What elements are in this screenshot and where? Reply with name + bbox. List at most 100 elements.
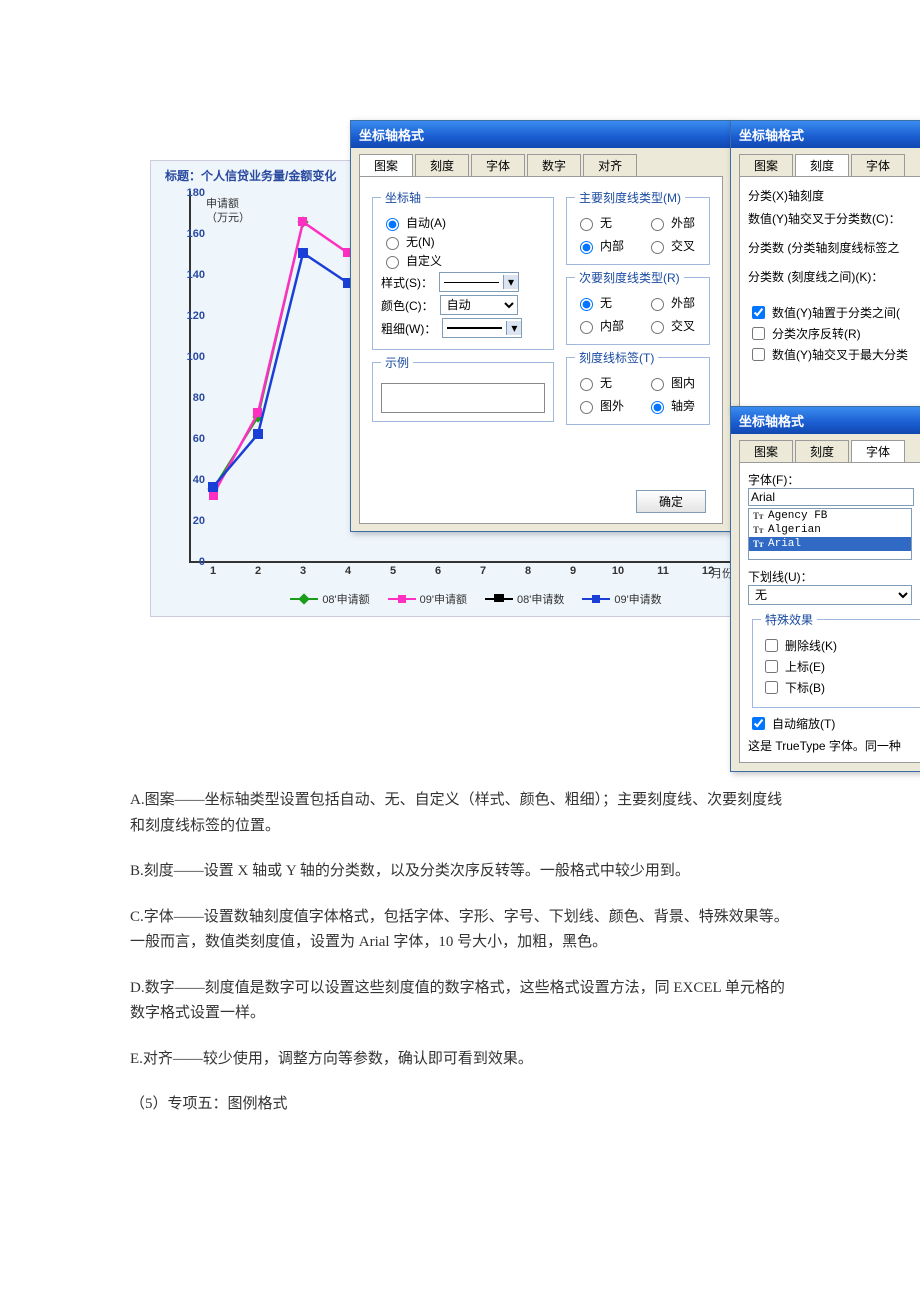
font-listbox[interactable]: Tᴛ Agency FB Tᴛ Algerian Tᴛ Arial: [748, 508, 912, 560]
x-tick: 1: [210, 565, 216, 577]
legend-label: 08'申请额: [322, 591, 369, 607]
radio-label: 交叉: [671, 237, 695, 254]
chk-super[interactable]: [765, 660, 778, 673]
x-tick: 7: [480, 565, 486, 577]
scale-row: 分类数 (分类轴刻度线标签之: [748, 239, 920, 256]
paragraph-d: D.数字——刻度值是数字可以设置这些刻度值的数字格式，这些格式设置方法，同 EX…: [130, 976, 790, 1027]
tab-pattern[interactable]: 图案: [359, 154, 413, 176]
radio-axis-custom[interactable]: [386, 256, 399, 269]
truetype-icon: Tᴛ: [753, 525, 764, 535]
radio-minor-inside[interactable]: [580, 321, 593, 334]
sample-preview: [381, 383, 545, 413]
x-tick: 4: [345, 565, 351, 577]
radio-label: 图外: [600, 397, 624, 414]
x-tick: 5: [390, 565, 396, 577]
radio-label: 内部: [600, 237, 624, 254]
tab-font[interactable]: 字体: [471, 154, 525, 176]
chk-label: 上标(E): [785, 658, 825, 675]
font-label: 字体(F)：: [748, 471, 920, 488]
tab-pattern[interactable]: 图案: [739, 154, 793, 176]
tab-strip: 图案 刻度 字体: [731, 148, 920, 176]
truetype-icon: Tᴛ: [753, 511, 764, 521]
chk-autoscale[interactable]: [752, 717, 765, 730]
radio-minor-none[interactable]: [580, 298, 593, 311]
scale-row: 数值(Y)轴交叉于分类数(C)：: [748, 210, 920, 227]
radio-lbl-nextto[interactable]: [651, 401, 664, 414]
dialog-title: 坐标轴格式: [731, 121, 920, 148]
x-tick: 11: [657, 565, 669, 577]
tab-strip: 图案 刻度 字体 数字 对齐: [351, 148, 731, 176]
chart-legend: 08'申请额 09'申请额 08'申请数 09'申请数: [211, 591, 741, 607]
tab-pattern[interactable]: 图案: [739, 440, 793, 462]
dialog-title: 坐标轴格式: [731, 407, 920, 434]
paragraph-c: C.字体——设置数轴刻度值字体格式，包括字体、字形、字号、下划线、颜色、背景、特…: [130, 905, 790, 956]
list-item[interactable]: Algerian: [768, 524, 821, 536]
radio-label: 图内: [671, 374, 695, 391]
radio-label: 无(N): [406, 233, 435, 250]
chk-cross-at-max[interactable]: [752, 348, 765, 361]
underline-combo[interactable]: 无: [748, 585, 912, 605]
chk-strike[interactable]: [765, 639, 778, 652]
x-tick: 10: [612, 565, 624, 577]
legend-label: 08'申请数: [517, 591, 564, 607]
chk-reverse-order[interactable]: [752, 327, 765, 340]
tab-font[interactable]: 字体: [851, 440, 905, 462]
chk-label: 数值(Y)轴交叉于最大分类: [772, 346, 908, 363]
major-tick-group: 主要刻度线类型(M) 无 外部 内部 交叉: [566, 189, 710, 265]
radio-label: 无: [600, 294, 612, 311]
chk-label: 数值(Y)轴置于分类之间(: [772, 304, 900, 321]
tab-scale[interactable]: 刻度: [415, 154, 469, 176]
radio-label: 轴旁: [671, 397, 695, 414]
tab-strip: 图案 刻度 字体: [731, 434, 920, 462]
chk-between-categories[interactable]: [752, 306, 765, 319]
radio-major-inside[interactable]: [580, 241, 593, 254]
radio-lbl-none[interactable]: [580, 378, 593, 391]
scale-heading: 分类(X)轴刻度: [748, 187, 920, 204]
radio-major-cross[interactable]: [651, 241, 664, 254]
truetype-icon: Tᴛ: [753, 539, 764, 549]
x-tick: 3: [300, 565, 306, 577]
ok-button[interactable]: 确定: [636, 490, 706, 513]
style-combo[interactable]: ▾: [439, 272, 519, 292]
x-tick: 6: [435, 565, 441, 577]
radio-label: 无: [600, 374, 612, 391]
dialog-title: 坐标轴格式: [351, 121, 731, 148]
effects-group: 特殊效果 删除线(K) 上标(E) 下标(B): [752, 611, 920, 708]
tab-scale[interactable]: 刻度: [795, 440, 849, 462]
radio-lbl-inside[interactable]: [651, 378, 664, 391]
x-axis: [189, 561, 731, 563]
tab-scale[interactable]: 刻度: [795, 154, 849, 176]
underline-label: 下划线(U)：: [748, 568, 920, 585]
chk-sub[interactable]: [765, 681, 778, 694]
minor-tick-group: 次要刻度线类型(R) 无 外部 内部 交叉: [566, 269, 710, 345]
radio-label: 外部: [671, 294, 695, 311]
effects-legend: 特殊效果: [761, 611, 817, 628]
chk-label: 下标(B): [785, 679, 825, 696]
radio-major-none[interactable]: [580, 218, 593, 231]
radio-lbl-outside[interactable]: [580, 401, 593, 414]
axis-format-dialog-scale: 坐标轴格式 图案 刻度 字体 分类(X)轴刻度 数值(Y)轴交叉于分类数(C)：…: [730, 120, 920, 412]
list-item[interactable]: Arial: [768, 538, 801, 550]
weight-combo[interactable]: ▾: [442, 318, 522, 338]
tick-label-legend: 刻度线标签(T): [575, 349, 658, 366]
x-tick: 2: [255, 565, 261, 577]
font-input[interactable]: [748, 488, 914, 506]
radio-minor-cross[interactable]: [651, 321, 664, 334]
radio-major-outside[interactable]: [651, 218, 664, 231]
chevron-down-icon: ▾: [503, 275, 518, 289]
radio-label: 无: [600, 214, 612, 231]
tab-font[interactable]: 字体: [851, 154, 905, 176]
axis-group-legend: 坐标轴: [381, 189, 425, 206]
radio-axis-auto[interactable]: [386, 218, 399, 231]
tab-align[interactable]: 对齐: [583, 154, 637, 176]
list-item[interactable]: Agency FB: [768, 510, 827, 522]
color-combo[interactable]: 自动: [440, 295, 518, 315]
truetype-note: 这是 TrueType 字体。同一种: [748, 737, 920, 754]
chk-label: 删除线(K): [785, 637, 837, 654]
radio-axis-none[interactable]: [386, 237, 399, 250]
radio-minor-outside[interactable]: [651, 298, 664, 311]
weight-label: 粗细(W)：: [381, 320, 436, 337]
x-tick: 8: [525, 565, 531, 577]
tab-number[interactable]: 数字: [527, 154, 581, 176]
chk-label: 自动缩放(T): [772, 715, 835, 732]
